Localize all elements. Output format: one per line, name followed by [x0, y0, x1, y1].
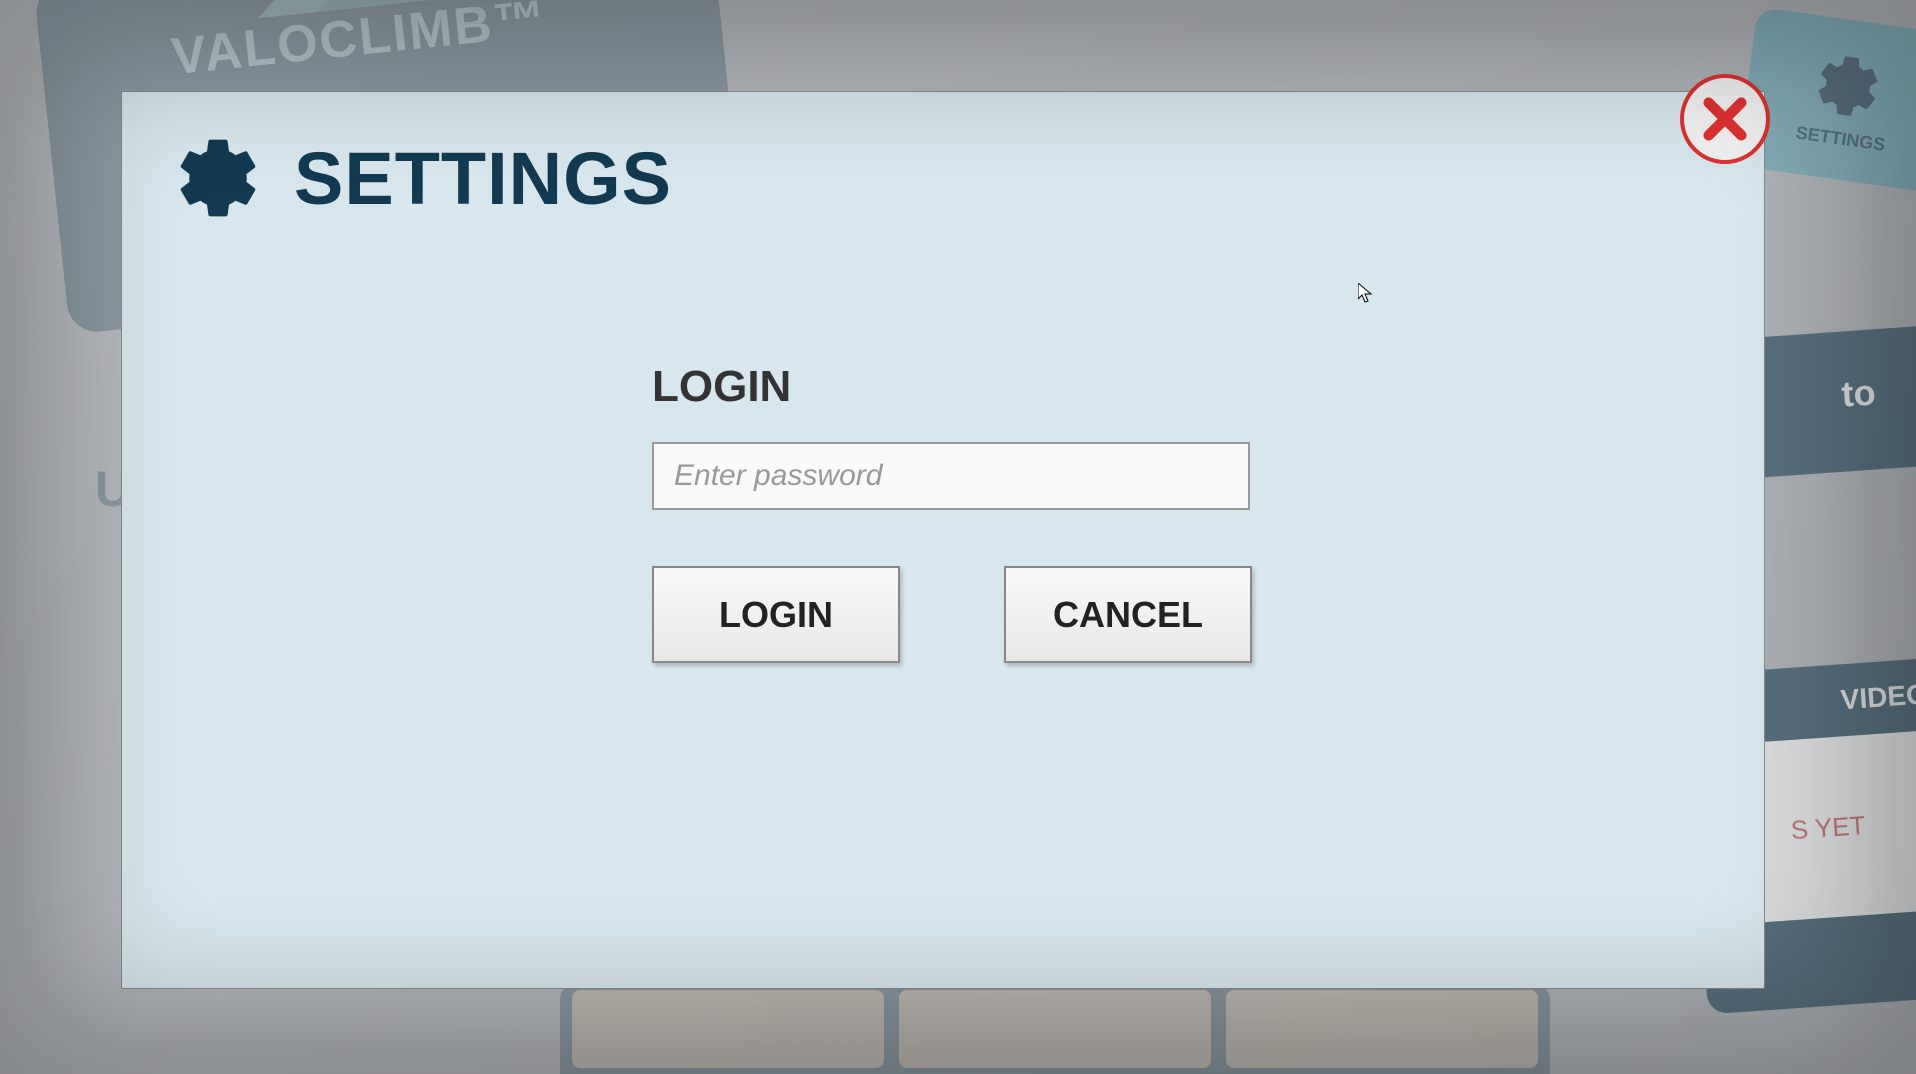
thumbnail — [1226, 990, 1538, 1068]
close-button[interactable] — [1680, 74, 1770, 164]
right-panel-1-text: to — [1840, 371, 1877, 415]
settings-modal: SETTINGS LOGIN LOGIN CANCEL — [121, 91, 1765, 989]
button-row: LOGIN CANCEL — [652, 566, 1252, 663]
bottom-thumbnails — [560, 984, 1550, 1074]
login-label: LOGIN — [652, 362, 1252, 412]
logo-text: VALOCLIMB™ — [169, 0, 550, 87]
cancel-button[interactable]: CANCEL — [1004, 566, 1252, 663]
mountain-logo-icon — [211, 0, 498, 32]
gear-icon — [172, 132, 264, 224]
gear-icon — [1808, 46, 1887, 125]
modal-title: SETTINGS — [294, 136, 672, 221]
thumbnail — [899, 990, 1211, 1068]
modal-header: SETTINGS — [122, 92, 1764, 254]
password-input[interactable] — [652, 442, 1250, 510]
close-icon — [1697, 91, 1753, 147]
settings-label: SETTINGS — [1795, 122, 1887, 155]
login-section: LOGIN LOGIN CANCEL — [652, 362, 1252, 663]
login-button[interactable]: LOGIN — [652, 566, 900, 663]
videos-text: S YET — [1790, 809, 1867, 845]
thumbnail — [572, 990, 884, 1068]
